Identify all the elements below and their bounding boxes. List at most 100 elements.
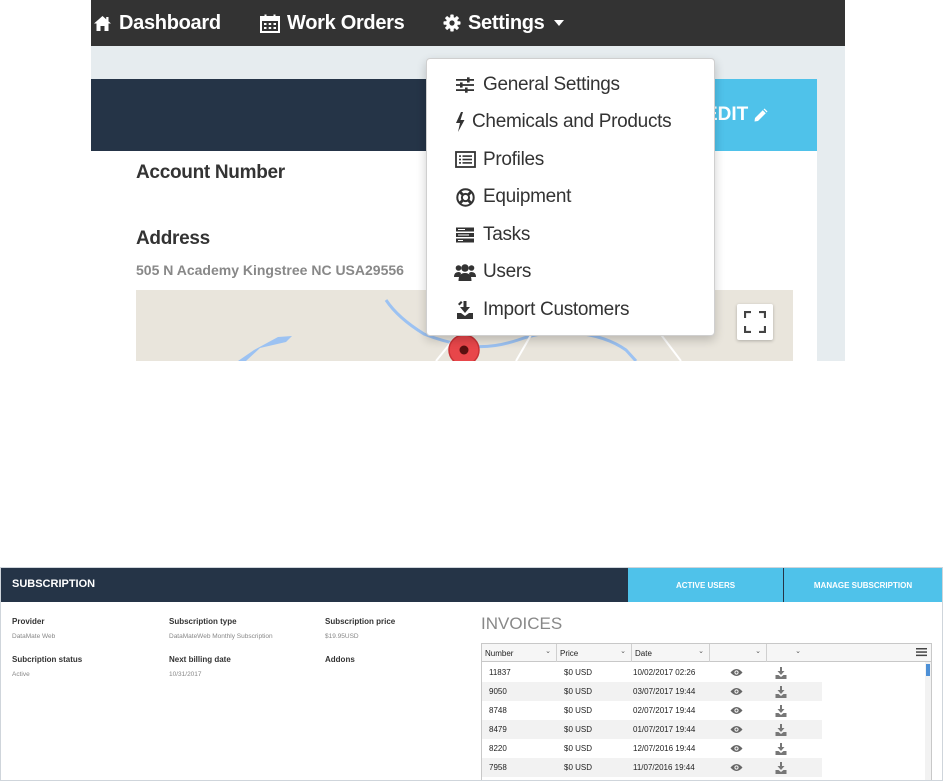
download-icon[interactable]: [775, 739, 787, 758]
subscription-status-value: Active: [12, 671, 30, 678]
invoices-grid: Number ⌄ Price ⌄ Date ⌄ ⌄ ⌄ 11837 $0 USD…: [481, 643, 932, 780]
invoice-number: 7958: [489, 763, 507, 772]
invoice-date: 02/07/2017 19:44: [633, 706, 696, 715]
invoice-number: 8479: [489, 725, 507, 734]
invoice-date: 11/07/2016 19:44: [633, 763, 695, 772]
column-header-download[interactable]: ⌄: [767, 644, 806, 662]
invoice-price: $0 USD: [564, 763, 593, 772]
menu-item-label: Chemicals and Products: [472, 111, 672, 133]
provider-value: DataMate Web: [12, 633, 56, 640]
sliders-icon: [454, 75, 476, 95]
cog-icon: [443, 14, 461, 32]
addons-label: Addons: [325, 655, 355, 664]
column-header-number[interactable]: Number ⌄: [482, 644, 557, 662]
eye-icon[interactable]: [730, 663, 743, 682]
calendar-icon: [260, 14, 280, 33]
chevron-down-icon: ⌄: [698, 648, 704, 655]
tasks-icon: [454, 225, 476, 245]
column-header-view[interactable]: ⌄: [710, 644, 767, 662]
subscription-section: SUBSCRIPTION ACTIVE USERS MANAGE SUBSCRI…: [0, 567, 943, 781]
list-alt-icon: [454, 150, 476, 170]
menu-item-chemicals-products[interactable]: Chemicals and Products: [427, 104, 714, 142]
top-navbar: Dashboard Work Orders Settings: [91, 0, 845, 46]
table-row: 8479 $0 USD 01/07/2017 19:44: [482, 720, 822, 739]
menu-item-label: Profiles: [483, 148, 544, 170]
chevron-down-icon: ⌄: [795, 648, 801, 655]
column-header-price[interactable]: Price ⌄: [557, 644, 632, 662]
map-fullscreen-button[interactable]: [737, 304, 773, 340]
download-icon[interactable]: [775, 701, 787, 720]
subscription-title: SUBSCRIPTION: [12, 578, 96, 590]
download-icon[interactable]: [775, 663, 787, 682]
invoice-date: 01/07/2017 19:44: [633, 725, 696, 734]
scrollbar-thumb[interactable]: [926, 664, 930, 676]
pencil-icon: [754, 108, 768, 122]
table-row: 8748 $0 USD 02/07/2017 19:44: [482, 701, 822, 720]
grid-menu-icon[interactable]: [916, 647, 927, 657]
nav-settings-toggle[interactable]: Settings: [443, 0, 564, 46]
column-header-label: Price: [560, 648, 579, 658]
grid-scrollbar[interactable]: [925, 662, 931, 780]
subscription-status-label: Subcription status: [12, 655, 83, 664]
import-icon: [454, 300, 476, 320]
table-row: 9050 $0 USD 03/07/2017 19:44: [482, 682, 822, 701]
chevron-down-icon: ⌄: [545, 648, 551, 655]
menu-item-general-settings[interactable]: General Settings: [427, 66, 714, 104]
invoice-price: $0 USD: [564, 725, 593, 734]
column-header-date[interactable]: Date ⌄: [632, 644, 710, 662]
provider-label: Provider: [12, 617, 45, 626]
eye-icon[interactable]: [730, 701, 743, 720]
active-users-button[interactable]: ACTIVE USERS: [628, 568, 783, 602]
subscription-header: SUBSCRIPTION ACTIVE USERS MANAGE SUBSCRI…: [1, 568, 942, 602]
subscription-type-value: DataMateWeb Monthly Subscription: [169, 633, 273, 640]
download-icon[interactable]: [775, 758, 787, 777]
nav-work-orders-label: Work Orders: [287, 11, 405, 34]
eye-icon[interactable]: [730, 720, 743, 739]
menu-item-import-customers[interactable]: Import Customers: [427, 291, 714, 329]
subscription-price-label: Subscription price: [325, 617, 396, 626]
column-header-label: Date: [635, 648, 652, 658]
nav-work-orders[interactable]: Work Orders: [260, 0, 405, 46]
table-row: 11837 $0 USD 10/02/2017 02:26: [482, 663, 822, 682]
manage-subscription-button[interactable]: MANAGE SUBSCRIPTION: [784, 568, 942, 602]
address-label: Address: [136, 228, 210, 249]
invoice-number: 11837: [489, 668, 511, 677]
column-header-label: Number: [485, 648, 514, 658]
menu-item-label: Equipment: [483, 186, 572, 208]
menu-item-profiles[interactable]: Profiles: [427, 141, 714, 179]
eye-icon[interactable]: [730, 739, 743, 758]
menu-item-tasks[interactable]: Tasks: [427, 216, 714, 254]
invoice-date: 10/02/2017 02:26: [633, 668, 696, 677]
table-row: 7958 $0 USD 11/07/2016 19:44: [482, 758, 822, 777]
invoice-number: 8220: [489, 744, 507, 753]
invoice-date: 03/07/2017 19:44: [633, 687, 696, 696]
eye-icon[interactable]: [730, 682, 743, 701]
download-icon[interactable]: [775, 720, 787, 739]
home-icon: [94, 15, 111, 31]
nav-dashboard[interactable]: Dashboard: [93, 0, 221, 46]
invoices-title: INVOICES: [481, 614, 563, 633]
grid-header-row: Number ⌄ Price ⌄ Date ⌄ ⌄ ⌄: [482, 644, 931, 662]
invoice-number: 8748: [489, 706, 507, 715]
invoice-number: 9050: [489, 687, 507, 696]
menu-item-users[interactable]: Users: [427, 254, 714, 292]
invoice-price: $0 USD: [564, 744, 593, 753]
menu-item-equipment[interactable]: Equipment: [427, 179, 714, 217]
settings-dropdown-menu: General Settings Chemicals and Products …: [426, 58, 715, 336]
next-billing-value: 10/31/2017: [169, 671, 202, 678]
nav-dashboard-label: Dashboard: [119, 11, 221, 34]
bolt-icon: [454, 112, 466, 133]
address-value: 505 N Academy Kingstree NC USA29556: [136, 262, 404, 278]
life-ring-icon: [454, 187, 476, 207]
invoice-price: $0 USD: [564, 706, 593, 715]
chevron-down-icon: ⌄: [755, 648, 761, 655]
next-billing-label: Next billing date: [169, 655, 231, 664]
account-number-label: Account Number: [136, 162, 285, 183]
fullscreen-icon: [744, 311, 766, 333]
eye-icon[interactable]: [730, 758, 743, 777]
invoice-date: 12/07/2016 19:44: [633, 744, 696, 753]
download-icon[interactable]: [775, 682, 787, 701]
menu-item-label: Users: [483, 261, 532, 283]
invoice-price: $0 USD: [564, 668, 593, 677]
menu-item-label: Tasks: [483, 223, 531, 245]
